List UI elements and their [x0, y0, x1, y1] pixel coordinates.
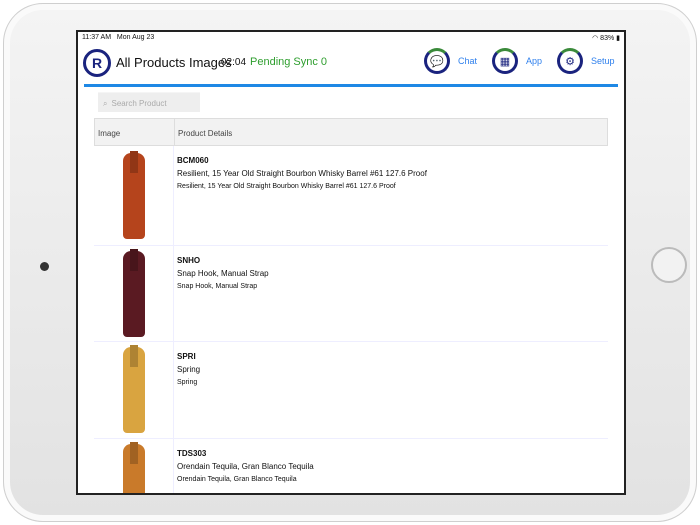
product-code: SNHO — [177, 256, 201, 265]
product-code: SPRI — [177, 352, 196, 361]
setup-label: Setup — [591, 56, 615, 66]
product-name: Orendain Tequila, Gran Blanco Tequila — [177, 462, 314, 471]
search-placeholder: Search Product — [111, 99, 167, 108]
bottle-image — [122, 250, 145, 337]
table-row[interactable]: TDS303 Orendain Tequila, Gran Blanco Teq… — [94, 439, 608, 493]
camera — [40, 262, 49, 271]
gear-icon: ⚙ — [557, 48, 583, 74]
search-icon: ⌕ — [103, 99, 108, 108]
wifi-icon: ◠ — [592, 35, 599, 42]
battery-icon: ▮ — [616, 35, 620, 42]
product-image — [94, 342, 174, 438]
header-divider — [84, 84, 618, 87]
product-name: Resilient, 15 Year Old Straight Bourbon … — [177, 169, 427, 178]
table-row[interactable]: SPRI Spring Spring — [94, 342, 608, 439]
product-name: Snap Hook, Manual Strap — [177, 269, 269, 278]
product-description: Orendain Tequila, Gran Blanco Tequila — [177, 476, 297, 483]
setup-button[interactable]: ⚙ Setup — [557, 48, 615, 74]
battery-percent: 83% — [600, 35, 615, 42]
pending-sync: Pending Sync 0 — [250, 56, 328, 68]
product-image — [94, 146, 174, 245]
bottle-image — [122, 152, 145, 239]
app-label: App — [526, 56, 543, 66]
chat-icon: 💬 — [424, 48, 450, 74]
status-date: Mon Aug 23 — [116, 34, 155, 41]
chat-button[interactable]: 💬 Chat — [424, 48, 477, 74]
product-code: TDS303 — [177, 449, 207, 458]
product-description: Snap Hook, Manual Strap — [177, 283, 258, 290]
screen: 11:37 AM Mon Aug 23 ◠ 83% ▮ R All Produc… — [76, 30, 626, 495]
home-button[interactable] — [651, 247, 687, 283]
chat-label: Chat — [458, 56, 478, 66]
product-image — [94, 246, 174, 341]
status-time: 11:37 AM — [82, 34, 112, 41]
table-header: Image Product Details — [94, 118, 608, 146]
product-name: Spring — [177, 365, 201, 374]
app-logo: R — [83, 49, 111, 77]
product-description: Spring — [177, 379, 198, 386]
search-input[interactable]: ⌕ Search Product — [98, 92, 200, 112]
bottle-image — [122, 444, 145, 493]
header: R All Products Images 02:04 Pending Sync… — [78, 46, 624, 84]
product-code: BCM060 — [177, 156, 209, 165]
product-description: Resilient, 15 Year Old Straight Bourbon … — [177, 183, 396, 190]
page-title: All Products Images — [116, 55, 232, 70]
table-row[interactable]: BCM060 Resilient, 15 Year Old Straight B… — [94, 146, 608, 246]
timer: 02:04 — [221, 57, 247, 68]
app-button[interactable]: ▦ App — [492, 48, 542, 74]
bottle-image — [122, 347, 145, 433]
header-details: Product Details — [178, 129, 233, 138]
header-image: Image — [95, 119, 175, 145]
apps-grid-icon: ▦ — [492, 48, 518, 74]
product-image — [94, 439, 174, 493]
status-bar: 11:37 AM Mon Aug 23 ◠ 83% ▮ — [82, 34, 620, 46]
table-row[interactable]: SNHO Snap Hook, Manual Strap Snap Hook, … — [94, 246, 608, 342]
products-table: Image Product Details BCM060 Resilient, … — [94, 118, 608, 493]
